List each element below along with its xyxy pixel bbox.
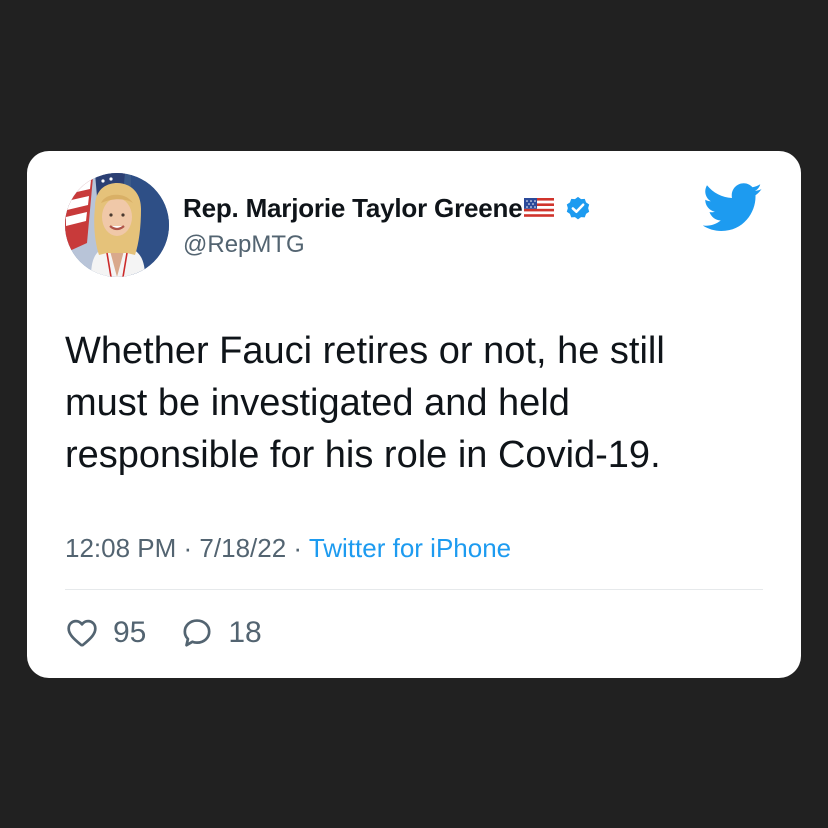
tweet-text-line: responsible for his role in Covid-19. xyxy=(65,434,661,476)
divider xyxy=(65,589,763,590)
twitter-bird-icon[interactable] xyxy=(702,183,763,233)
reply-bubble-icon[interactable] xyxy=(180,616,214,650)
tweet-card: Rep. Marjorie Taylor Greene @RepMTG Whet… xyxy=(27,151,801,678)
tweet-source-link[interactable]: Twitter for iPhone xyxy=(309,533,511,563)
meta-separator: · xyxy=(183,533,200,563)
profile-photo-icon xyxy=(65,173,169,277)
tweet-text-line: must be investigated and held xyxy=(65,382,570,424)
verified-badge-icon xyxy=(564,194,592,222)
tweet-date[interactable]: 7/18/22 xyxy=(199,533,286,563)
us-flag-icon xyxy=(524,197,555,219)
tweet-text: Whether Fauci retires or not, he still m… xyxy=(65,325,765,481)
avatar[interactable] xyxy=(65,173,169,277)
meta-separator: · xyxy=(293,533,309,563)
like-count: 95 xyxy=(113,616,147,649)
author-handle[interactable]: @RepMTG xyxy=(183,231,305,259)
display-name[interactable]: Rep. Marjorie Taylor Greene xyxy=(183,193,523,224)
tweet-time[interactable]: 12:08 PM xyxy=(65,533,176,563)
tweet-text-line: Whether Fauci retires or not, he still xyxy=(65,330,665,372)
reply-count: 18 xyxy=(228,616,262,649)
tweet-meta: 12:08 PM · 7/18/22 · Twitter for iPhone xyxy=(65,533,511,564)
author-name-row[interactable]: Rep. Marjorie Taylor Greene xyxy=(183,191,592,225)
engagement-bar: 95 18 xyxy=(65,613,296,653)
heart-icon[interactable] xyxy=(65,616,99,650)
